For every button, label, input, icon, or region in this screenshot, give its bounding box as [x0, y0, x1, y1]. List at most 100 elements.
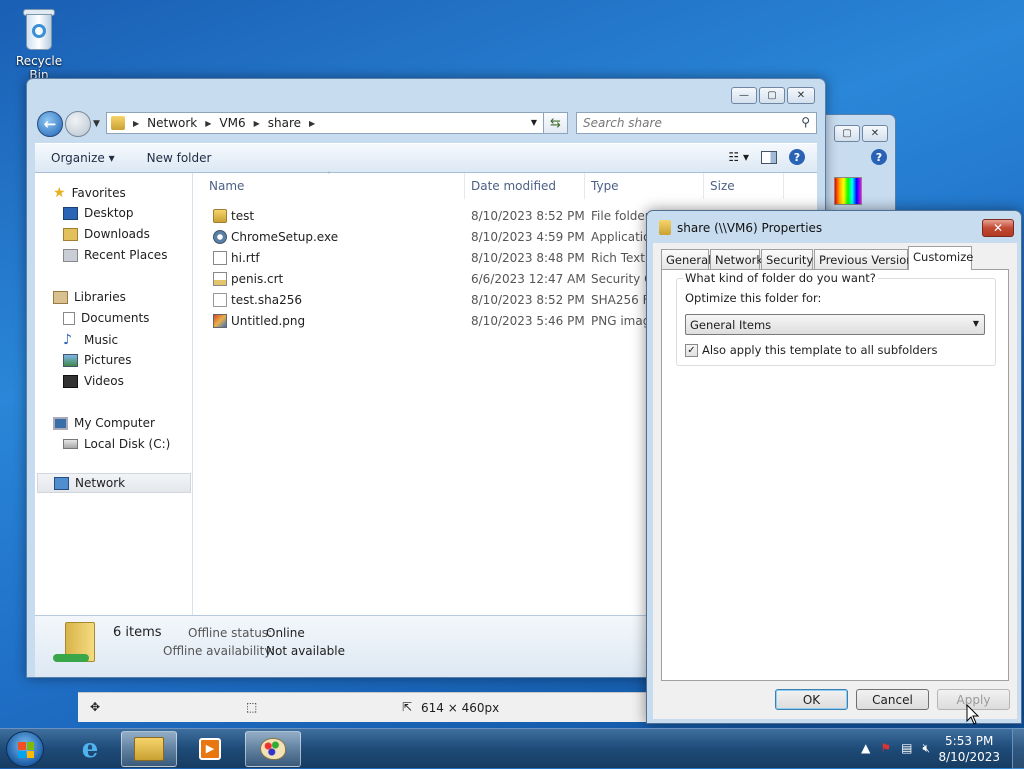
clock[interactable]: 5:53 PM 8/10/2023	[938, 733, 1000, 765]
clock-date: 8/10/2023	[938, 750, 1000, 764]
selection-size-icon: ⬚	[246, 700, 258, 714]
preview-pane-icon[interactable]	[761, 150, 777, 164]
network-share-icon	[111, 116, 125, 130]
sort-arrow-icon: ˄	[327, 171, 331, 180]
nav-music[interactable]: ♪ Music	[63, 332, 118, 348]
system-tray: ▲ ⚑ ▤ 🔇︎	[861, 741, 930, 756]
tab-previous-versions[interactable]: Previous Versions	[814, 249, 920, 269]
documents-icon	[63, 311, 75, 325]
forward-button[interactable]	[65, 111, 91, 137]
file-icon	[213, 292, 227, 307]
customize-panel: What kind of folder do you want? Optimiz…	[661, 269, 1009, 681]
minimize-button[interactable]: —	[731, 87, 757, 104]
show-hidden-icons-icon[interactable]: ▲	[861, 741, 870, 756]
file-date: 8/10/2023 4:59 PM	[471, 229, 585, 244]
nav-videos[interactable]: Videos	[63, 374, 124, 388]
nav-downloads[interactable]: Downloads	[63, 227, 150, 241]
cancel-button[interactable]: Cancel	[856, 689, 929, 710]
apply-subfolders-checkbox[interactable]: ✓	[685, 343, 698, 357]
nav-recent-places[interactable]: Recent Places	[63, 248, 167, 262]
column-date-modified[interactable]: Date modified	[465, 173, 585, 199]
column-size[interactable]: Size	[704, 173, 784, 199]
breadcrumb-arrow-icon[interactable]: ▶	[254, 119, 260, 128]
nav-desktop[interactable]: Desktop	[63, 206, 134, 220]
file-name: test	[231, 208, 255, 223]
breadcrumb-arrow-icon[interactable]: ▶	[205, 119, 211, 128]
close-button[interactable]: ✕	[787, 87, 815, 104]
network-icon	[54, 476, 69, 490]
taskbar-media-player[interactable]: ▶	[182, 731, 238, 767]
back-button[interactable]: ←	[37, 111, 63, 137]
network-status-icon[interactable]: ▤	[901, 741, 912, 756]
recycle-bin-icon	[21, 6, 57, 52]
help-icon[interactable]: ?	[871, 149, 887, 165]
offline-status-label: Offline status:	[188, 626, 273, 640]
nav-documents[interactable]: Documents	[63, 311, 149, 325]
show-desktop-button[interactable]	[1012, 729, 1024, 769]
videos-icon	[63, 374, 78, 388]
file-date: 8/10/2023 5:46 PM	[471, 313, 585, 328]
folder-type-group-label: What kind of folder do you want?	[683, 271, 878, 285]
file-type: PNG imag	[591, 313, 651, 328]
breadcrumb-network[interactable]: Network	[147, 116, 197, 130]
help-icon[interactable]: ?	[789, 149, 805, 165]
downloads-icon	[63, 227, 78, 241]
breadcrumb-arrow-icon[interactable]: ▶	[133, 119, 139, 128]
close-icon[interactable]: ✕	[862, 125, 888, 142]
nav-local-disk[interactable]: Local Disk (C:)	[63, 437, 170, 451]
breadcrumb-vm6[interactable]: VM6	[219, 116, 245, 130]
breadcrumb-share[interactable]: share	[268, 116, 301, 130]
breadcrumb-arrow-icon[interactable]: ▶	[309, 119, 315, 128]
dialog-body: General Network Security Previous Versio…	[653, 243, 1017, 719]
taskbar-paint[interactable]	[245, 731, 301, 767]
optimize-select[interactable]: General Items ▼	[685, 314, 985, 335]
search-input[interactable]: Search share ⚲	[576, 112, 817, 134]
nav-libraries[interactable]: Libraries	[53, 290, 126, 304]
recycle-bin-shortcut[interactable]: Recycle Bin	[6, 6, 72, 82]
start-button[interactable]	[6, 731, 44, 767]
ok-button[interactable]: OK	[775, 689, 848, 710]
tab-network[interactable]: Network	[710, 249, 763, 269]
nav-pictures[interactable]: Pictures	[63, 353, 132, 367]
star-icon: ★	[53, 185, 66, 201]
new-folder-button[interactable]: New folder	[131, 151, 228, 165]
recent-pages-dropdown[interactable]: ▼	[93, 119, 100, 129]
file-name: test.sha256	[231, 292, 302, 307]
tab-general[interactable]: General	[661, 249, 711, 269]
column-type[interactable]: Type	[585, 173, 704, 199]
column-name[interactable]: Name ˄	[203, 171, 465, 199]
nav-my-computer[interactable]: My Computer	[53, 416, 155, 430]
taskbar-explorer[interactable]	[121, 731, 177, 767]
hard-disk-icon	[63, 439, 78, 449]
refresh-button[interactable]: ⇆	[543, 112, 568, 134]
apply-subfolders-option[interactable]: ✓ Also apply this template to all subfol…	[685, 343, 938, 357]
nav-network[interactable]: Network	[37, 473, 191, 493]
dialog-close-button[interactable]: ✕	[982, 219, 1014, 237]
taskbar-internet-explorer[interactable]: e	[62, 731, 118, 767]
item-count: 6 items	[113, 625, 162, 640]
action-center-flag-icon[interactable]: ⚑	[880, 741, 891, 756]
view-options-icon[interactable]: ☷ ▾	[728, 150, 749, 164]
internet-explorer-icon: e	[81, 734, 99, 764]
maximize-icon[interactable]: ▢	[834, 125, 860, 142]
file-name: hi.rtf	[231, 250, 260, 265]
offline-availability-label: Offline availability:	[163, 644, 275, 658]
color-palette-icon	[834, 177, 862, 205]
chevron-down-icon: ▼	[972, 319, 979, 328]
document-icon	[213, 250, 227, 265]
address-bar[interactable]: ▶ Network ▶ VM6 ▶ share ▶ ▼	[106, 112, 568, 134]
search-icon: ⚲	[801, 115, 810, 129]
windows-logo-icon	[18, 742, 34, 758]
tab-customize[interactable]: Customize	[908, 246, 973, 270]
nav-favorites[interactable]: ★ Favorites	[53, 185, 126, 201]
tab-security[interactable]: Security	[761, 249, 813, 269]
volume-muted-icon[interactable]: 🔇︎	[922, 741, 930, 756]
cursor-position-icon: ✥	[90, 700, 101, 714]
maximize-button[interactable]: ▢	[759, 87, 785, 104]
optimize-label: Optimize this folder for:	[685, 291, 822, 305]
organize-button[interactable]: Organize ▾	[35, 151, 131, 165]
address-dropdown-icon[interactable]: ▼	[531, 118, 537, 127]
dialog-title: share (\\VM6) Properties	[659, 220, 822, 235]
file-name: ChromeSetup.exe	[231, 229, 339, 244]
libraries-icon	[53, 290, 68, 304]
